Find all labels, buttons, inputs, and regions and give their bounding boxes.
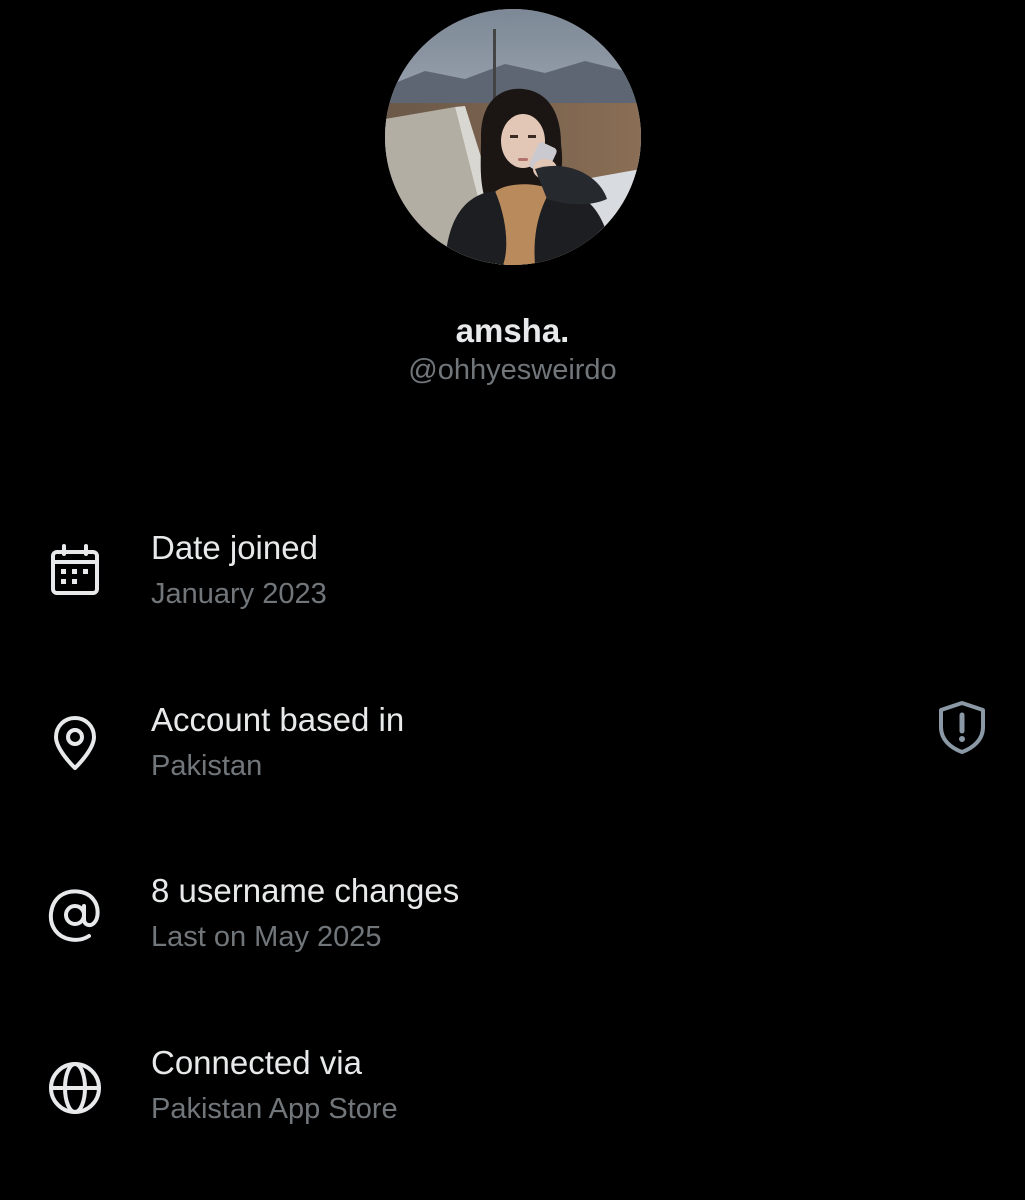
calendar-icon xyxy=(44,540,106,602)
globe-icon xyxy=(44,1057,106,1119)
detail-row-connected-via: Connected via Pakistan App Store xyxy=(0,1043,1025,1153)
detail-row-username-changes: 8 username changes Last on May 2025 xyxy=(0,871,1025,981)
profile-display-name: amsha. xyxy=(455,312,570,349)
profile-avatar[interactable] xyxy=(385,9,641,265)
location-pin-icon xyxy=(44,712,106,774)
date-joined-value: January 2023 xyxy=(151,578,327,610)
date-joined-label: Date joined xyxy=(151,529,318,566)
username-changes-value: Last on May 2025 xyxy=(151,921,382,953)
detail-row-date-joined: Date joined January 2023 xyxy=(0,528,1025,638)
connected-via-label: Connected via xyxy=(151,1044,362,1081)
connected-via-value: Pakistan App Store xyxy=(151,1093,398,1125)
avatar-photo xyxy=(385,9,641,265)
profile-handle: @ohhyesweirdo xyxy=(408,354,617,386)
username-changes-label: 8 username changes xyxy=(151,872,460,909)
account-based-in-label: Account based in xyxy=(151,701,405,738)
account-based-in-value: Pakistan xyxy=(151,750,263,782)
shield-alert-icon[interactable] xyxy=(933,698,991,756)
at-sign-icon xyxy=(44,884,106,946)
detail-row-account-based-in: Account based in Pakistan xyxy=(0,700,1025,810)
